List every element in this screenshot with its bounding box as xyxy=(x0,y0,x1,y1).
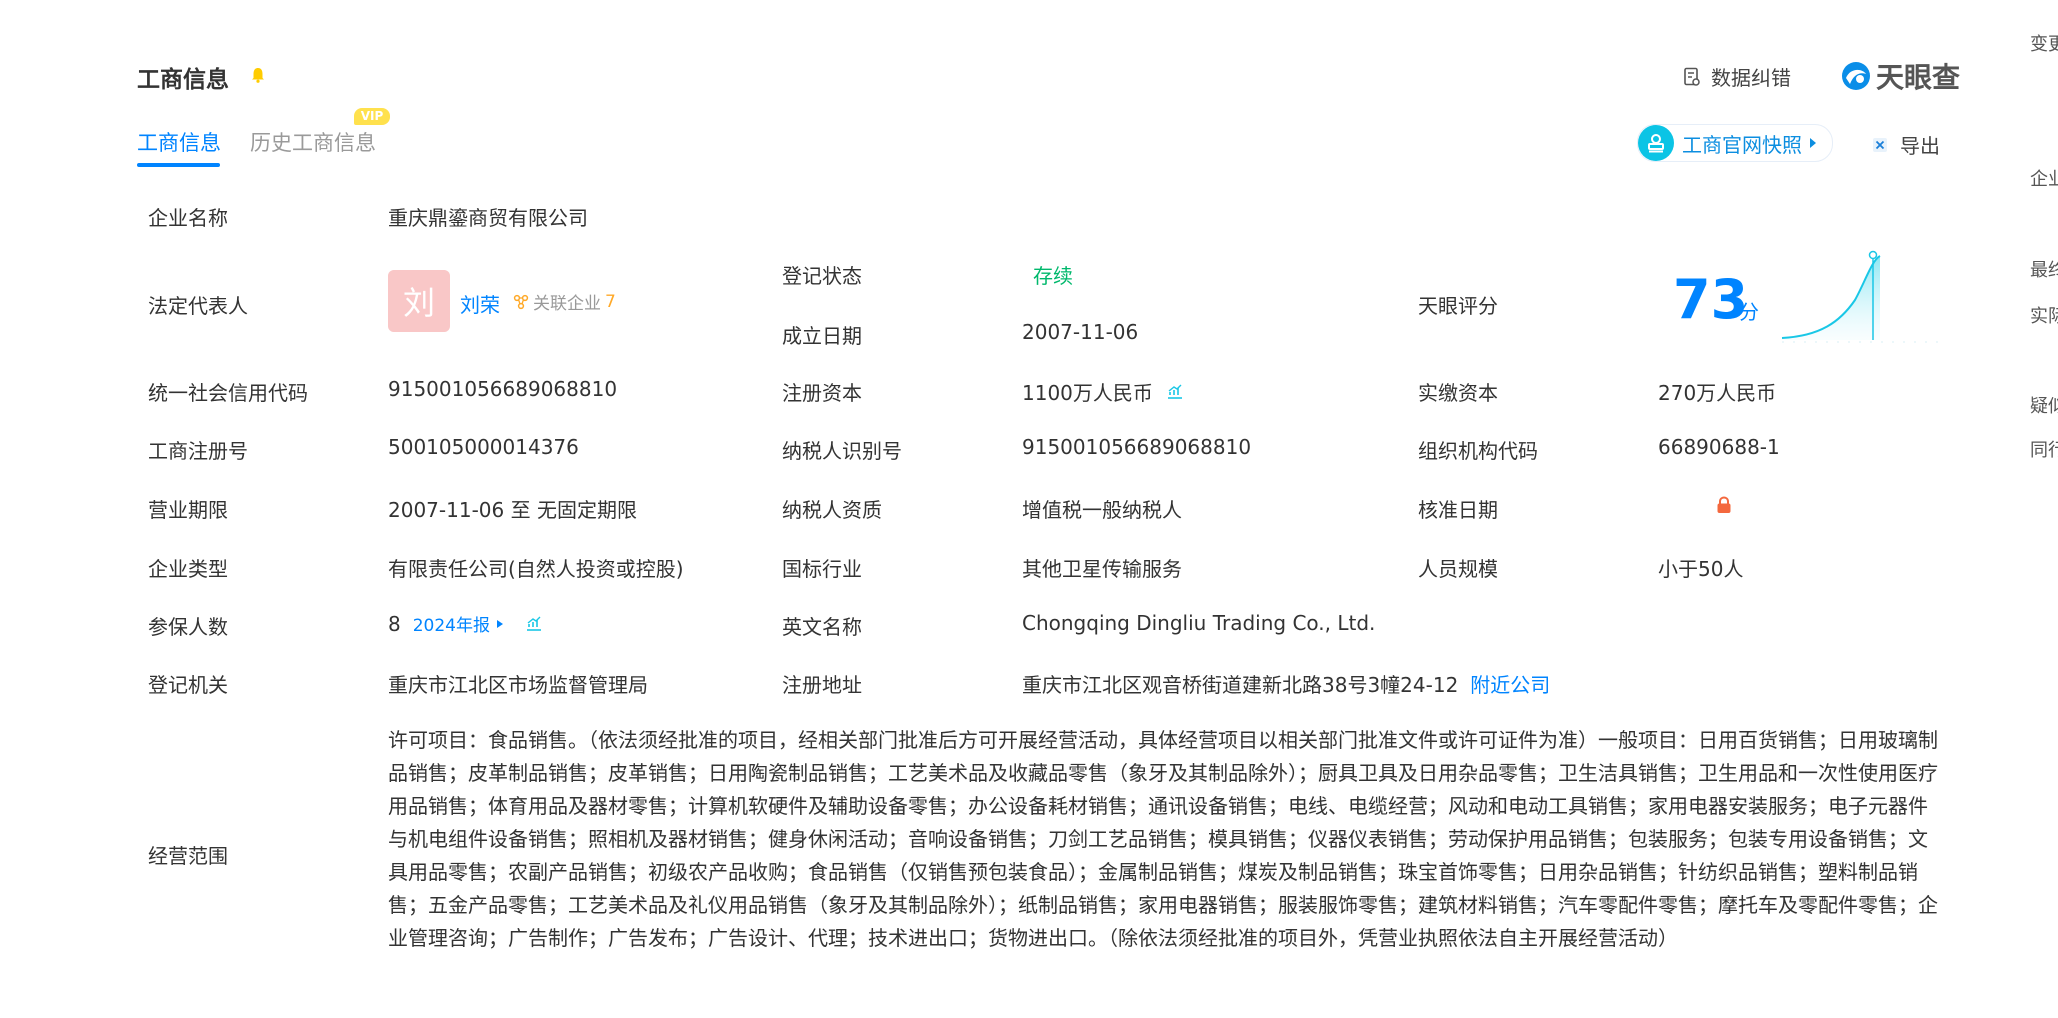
related-count: 7 xyxy=(605,291,616,312)
staff-size-label: 人员规模 xyxy=(1418,557,1498,581)
found-date-value: 2007-11-06 xyxy=(1022,320,1139,344)
caret-right-icon xyxy=(497,619,503,628)
company-type-value: 有限责任公司(自然人投资或控股) xyxy=(388,557,684,581)
avatar[interactable]: 刘 xyxy=(388,270,450,332)
sidebar-item[interactable]: 实际 xyxy=(2030,302,2058,328)
found-date-label: 成立日期 xyxy=(782,324,862,348)
sidebar-item[interactable]: 疑似 xyxy=(2030,392,2058,418)
vip-badge: VIP xyxy=(354,108,390,125)
lock-icon[interactable] xyxy=(1715,496,1733,514)
tianyan-score-label: 天眼评分 xyxy=(1418,294,1498,318)
tianyancha-logo-icon xyxy=(1842,62,1870,90)
score-unit: 分 xyxy=(1739,300,1759,324)
company-name-label: 企业名称 xyxy=(148,206,228,230)
insured-label: 参保人数 xyxy=(148,615,228,639)
biz-reg-no-label: 工商注册号 xyxy=(148,439,248,463)
trend-icon[interactable] xyxy=(1167,384,1183,400)
brand-name: 天眼查 xyxy=(1876,61,1961,94)
excel-icon xyxy=(1873,137,1887,152)
insured-value: 8 xyxy=(388,611,401,636)
biz-reg-no-value: 500105000014376 xyxy=(388,435,579,459)
reg-status-label: 登记状态 xyxy=(782,264,862,288)
taxpayer-id-value: 915001056689068810 xyxy=(1022,435,1252,459)
data-correct-label: 数据纠错 xyxy=(1711,66,1791,90)
biz-term-label: 营业期限 xyxy=(148,498,228,522)
credit-code-label: 统一社会信用代码 xyxy=(148,381,308,405)
approve-date-label: 核准日期 xyxy=(1418,498,1498,522)
export-button[interactable]: 导出 xyxy=(1872,130,1940,159)
biz-term-value: 2007-11-06 至 无固定期限 xyxy=(388,498,637,522)
scope-label: 经营范围 xyxy=(148,844,228,868)
nearby-companies-link[interactable]: 附近公司 xyxy=(1470,669,1550,698)
reg-authority-label: 登记机关 xyxy=(148,673,228,697)
reg-address-value: 重庆市江北区观音桥街道建新北路38号3幢24-12 xyxy=(1022,673,1459,697)
related-companies-link[interactable]: 关联企业 7 xyxy=(513,289,616,314)
paid-capital-label: 实缴资本 xyxy=(1418,381,1498,405)
reg-status-value: 存续 xyxy=(1033,264,1073,288)
english-name-value: Chongqing Dingliu Trading Co., Ltd. xyxy=(1022,611,1376,635)
reg-authority-value: 重庆市江北区市场监督管理局 xyxy=(388,673,648,697)
tianyan-score-value[interactable]: 73 xyxy=(1673,268,1748,331)
english-name-label: 英文名称 xyxy=(782,615,862,639)
scope-value: 许可项目：食品销售。（依法须经批准的项目，经相关部门批准后方可开展经营活动，具体… xyxy=(388,728,1938,950)
tab-history-info[interactable]: 历史工商信息 xyxy=(250,127,376,157)
section-title: 工商信息 xyxy=(137,67,229,93)
sidebar-item[interactable]: 最终 xyxy=(2030,256,2058,282)
data-correct-button[interactable]: 数据纠错 xyxy=(1683,62,1791,91)
avatar-initial: 刘 xyxy=(388,270,450,332)
company-name-value: 重庆鼎鎏商贸有限公司 xyxy=(388,206,588,230)
taxpayer-qual-label: 纳税人资质 xyxy=(782,498,882,522)
tab-business-info[interactable]: 工商信息 xyxy=(137,127,221,157)
org-code-label: 组织机构代码 xyxy=(1418,439,1538,463)
caret-right-icon xyxy=(1810,138,1816,148)
annual-report-link[interactable]: 2024年报 xyxy=(413,611,504,636)
industry-label: 国标行业 xyxy=(782,557,862,581)
reg-capital-cell: 1100万人民币 xyxy=(1022,377,1183,406)
bell-icon[interactable] xyxy=(251,67,265,83)
brand-logo: 天眼查 xyxy=(1840,56,1960,96)
legal-rep-link[interactable]: 刘荣 xyxy=(460,289,500,318)
related-label: 关联企业 xyxy=(533,294,601,314)
reg-capital-label: 注册资本 xyxy=(782,381,862,405)
staff-size-value: 小于50人 xyxy=(1658,557,1744,581)
snapshot-label: 工商官网快照 xyxy=(1682,132,1802,157)
company-type-label: 企业类型 xyxy=(148,557,228,581)
paid-capital-value: 270万人民币 xyxy=(1658,381,1777,405)
reg-address-cell: 重庆市江北区观音桥街道建新北路38号3幢24-12 附近公司 xyxy=(1022,669,1550,698)
legal-rep-label: 法定代表人 xyxy=(148,294,248,318)
insured-cell: 8 2024年报 xyxy=(388,611,542,636)
reg-capital-value: 1100万人民币 xyxy=(1022,381,1153,405)
stamp-icon xyxy=(1638,125,1674,161)
tab-underline xyxy=(137,163,220,167)
org-code-value: 66890688-1 xyxy=(1658,435,1780,459)
sidebar-item[interactable]: 企业 xyxy=(2030,165,2058,191)
credit-code-value: 915001056689068810 xyxy=(388,377,618,401)
taxpayer-id-label: 纳税人识别号 xyxy=(782,439,902,463)
document-edit-icon xyxy=(1684,67,1700,86)
sidebar-item[interactable]: 同行 xyxy=(2030,436,2058,462)
industry-value: 其他卫星传输服务 xyxy=(1022,557,1182,581)
taxpayer-qual-value: 增值税一般纳税人 xyxy=(1022,498,1182,522)
annual-report-label: 2024年报 xyxy=(412,616,490,636)
trend-icon[interactable] xyxy=(526,616,542,632)
export-label: 导出 xyxy=(1900,134,1940,158)
reg-address-label: 注册地址 xyxy=(782,673,862,697)
score-distribution-chart xyxy=(1781,250,1945,343)
snapshot-button[interactable]: 工商官网快照 xyxy=(1637,124,1833,162)
sidebar-item[interactable]: 变更 xyxy=(2030,30,2058,56)
network-icon xyxy=(513,294,529,309)
